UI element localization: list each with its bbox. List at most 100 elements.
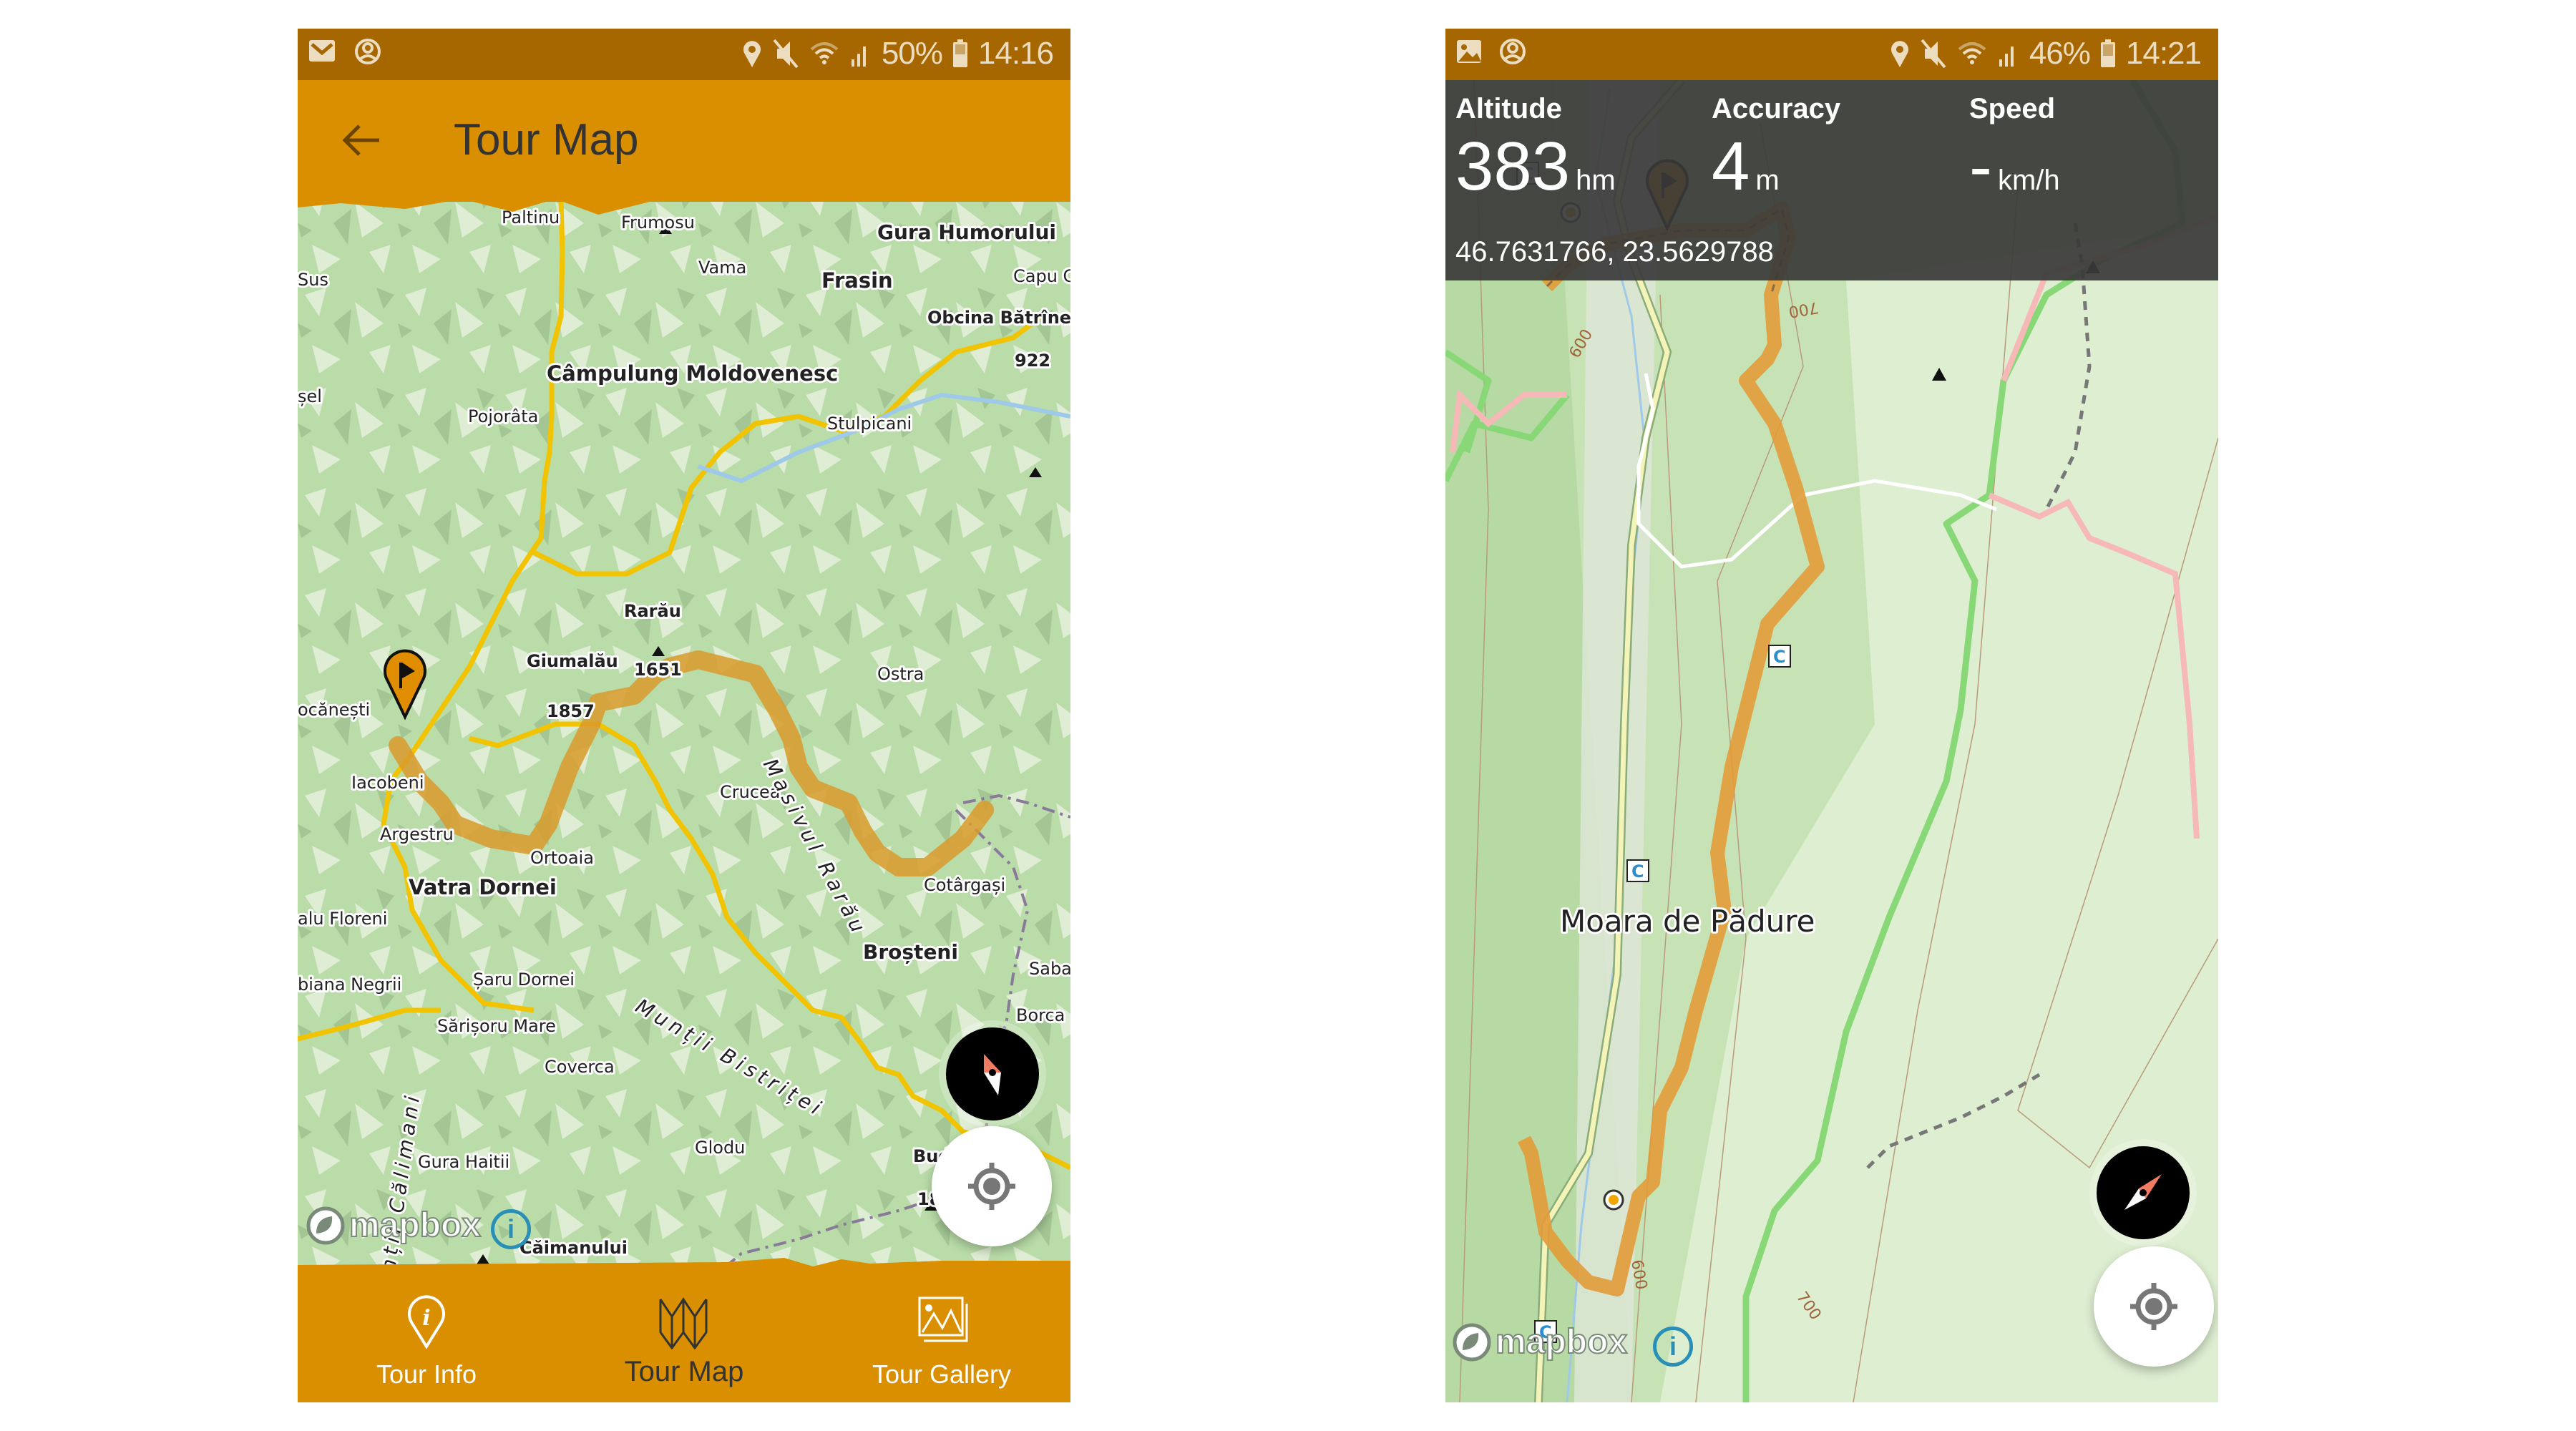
poi-marker[interactable]: C xyxy=(1626,859,1649,882)
altitude-unit: hm xyxy=(1576,165,1616,196)
altitude-label: Altitude xyxy=(1455,93,1562,124)
place-label: Glodu xyxy=(695,1138,745,1158)
peak-name-label: Rarău xyxy=(624,601,681,621)
gps-info-panel: Altitude 383 hm Accuracy 4m Speed - km/h 4… xyxy=(1445,80,2218,280)
info-pin-icon: i xyxy=(408,1295,445,1349)
waypoint-marker[interactable] xyxy=(1603,1189,1624,1211)
my-location-icon xyxy=(2130,1283,2177,1330)
speed-readout: Speed - km/h xyxy=(1969,93,2060,215)
place-label: Moara de Pădure xyxy=(1560,904,1815,939)
place-label: Vama xyxy=(698,258,746,278)
arrow-left-icon[interactable] xyxy=(338,117,384,163)
place-label: Coverca xyxy=(545,1057,615,1077)
accuracy-readout: Accuracy 4m xyxy=(1712,93,1840,215)
attribution-info-button[interactable]: i xyxy=(491,1209,531,1249)
place-label: șel xyxy=(298,386,322,406)
accuracy-value: 4 xyxy=(1712,128,1750,205)
place-label: Câmpulung Moldovenesc xyxy=(547,361,838,386)
location-icon xyxy=(1890,41,1908,67)
my-location-button[interactable] xyxy=(932,1126,1052,1246)
tab-label: Tour Info xyxy=(376,1359,477,1389)
page-title: Tour Map xyxy=(454,115,639,165)
account-circle-icon xyxy=(355,39,381,64)
tab-tour-gallery[interactable]: Tour Gallery xyxy=(813,1274,1070,1402)
svg-text:i: i xyxy=(422,1306,430,1331)
folded-map-icon xyxy=(659,1297,708,1349)
my-location-button[interactable] xyxy=(2094,1246,2214,1367)
place-label: Borca xyxy=(1016,1005,1065,1025)
place-label: alu Floreni xyxy=(298,909,387,929)
peak-elevation-label: 922 xyxy=(1015,351,1050,371)
attribution-text: mapbox xyxy=(1495,1322,1628,1362)
peak-elevation-label: 1651 xyxy=(634,660,682,680)
status-bar: 50% 14:16 xyxy=(298,29,1070,80)
tab-tour-map[interactable]: Tour Map xyxy=(555,1274,813,1402)
torn-edge xyxy=(298,197,1070,215)
battery-icon xyxy=(2100,39,2115,67)
attribution-text: mapbox xyxy=(348,1206,482,1245)
tab-tour-info[interactable]: i Tour Info xyxy=(298,1274,555,1402)
mute-icon xyxy=(1921,39,1946,69)
altitude-readout: Altitude 383 hm xyxy=(1455,93,1616,215)
mapbox-mark-icon xyxy=(306,1206,345,1244)
gallery-icon xyxy=(918,1296,968,1342)
location-icon xyxy=(743,41,761,67)
my-location-icon xyxy=(968,1163,1015,1210)
svg-text:C: C xyxy=(1631,861,1644,881)
place-label: Pojorâta xyxy=(468,406,538,426)
wifi-icon xyxy=(1958,42,1986,64)
place-label: Capu C xyxy=(1013,266,1070,286)
battery-percent: 50% xyxy=(881,36,943,71)
app-header: Tour Map xyxy=(298,80,1070,215)
place-label: Stulpicani xyxy=(827,414,912,434)
signal-icon xyxy=(851,47,866,67)
place-label: Cotârgași xyxy=(924,875,1005,895)
place-label: ocănești xyxy=(298,700,370,720)
compass-icon xyxy=(984,1054,1001,1095)
svg-text:C: C xyxy=(1773,647,1786,667)
place-label: biana Negrii xyxy=(298,975,401,995)
bottom-navigation: i Tour Info Tour Map Tour Gallery xyxy=(298,1258,1070,1402)
compass-icon xyxy=(2124,1174,2162,1210)
mapbox-logo[interactable]: mapbox xyxy=(1453,1322,1628,1362)
tracking-map-screen: C C C C C 600 700 600 700 Moara de Pădur… xyxy=(1445,29,2218,1402)
place-label: Ortoaia xyxy=(530,848,594,868)
mute-icon xyxy=(773,39,799,69)
place-label: Ostra xyxy=(877,664,924,684)
coordinates: 46.7631766, 23.5629788 xyxy=(1455,236,1774,268)
mapbox-logo[interactable]: mapbox xyxy=(306,1206,482,1245)
clock: 14:21 xyxy=(2125,36,2202,71)
signal-icon xyxy=(1999,47,2014,67)
poi-marker[interactable]: C xyxy=(1768,645,1791,668)
tab-label: Tour Map xyxy=(624,1356,744,1387)
speed-unit: km/h xyxy=(1997,165,2060,196)
peak-name-label: Obcina Bătrîne xyxy=(927,308,1070,328)
clock: 14:16 xyxy=(977,36,1054,71)
peak-name-label: Căimanului xyxy=(519,1238,628,1258)
place-label: Frasin xyxy=(821,268,893,293)
place-label: Gura Humorului xyxy=(877,220,1056,244)
place-label: Sus xyxy=(298,270,328,290)
image-icon xyxy=(1457,40,1481,63)
torn-edge xyxy=(298,1258,1070,1275)
tab-label: Tour Gallery xyxy=(872,1359,1012,1389)
attribution-info-button[interactable]: i xyxy=(1653,1327,1693,1367)
peak-name-label: Giumalău xyxy=(527,651,618,671)
status-bar: 46% 14:21 xyxy=(1445,29,2218,80)
place-label: Saba xyxy=(1029,959,1070,979)
account-circle-icon xyxy=(1500,39,1526,64)
place-label: Iacobeni xyxy=(351,773,424,793)
mail-forward-icon xyxy=(309,40,335,62)
tour-map-screen: Moldovița Vatra Moldoviței Paltinu Frumo… xyxy=(298,29,1070,1402)
compass-button[interactable] xyxy=(2097,1146,2190,1239)
compass-button[interactable] xyxy=(946,1027,1039,1120)
place-label: Șaru Dornei xyxy=(473,970,575,990)
accuracy-label: Accuracy xyxy=(1712,93,1841,124)
battery-icon xyxy=(952,39,967,67)
speed-value: - xyxy=(1969,128,1992,205)
place-label: Gura Haitii xyxy=(418,1152,509,1172)
altitude-value: 383 xyxy=(1455,128,1571,205)
place-label: Argestru xyxy=(380,824,454,844)
place-label: Broșteni xyxy=(863,940,958,964)
place-label: Vatra Dornei xyxy=(409,875,557,899)
